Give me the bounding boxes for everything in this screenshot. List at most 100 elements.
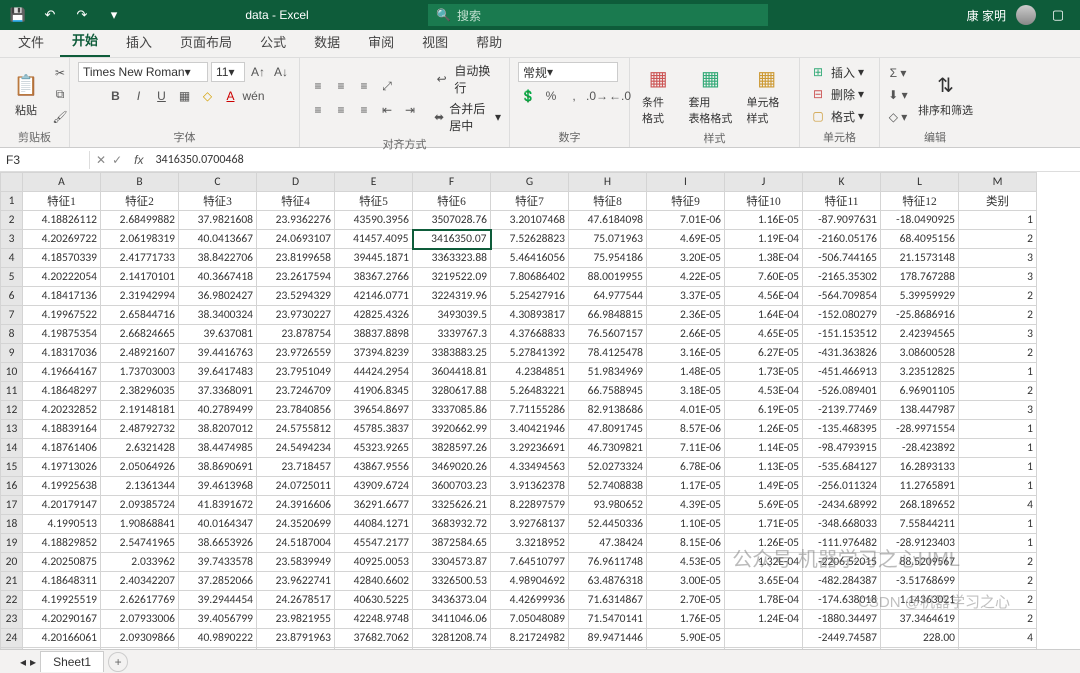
cell[interactable]: 23.9362276 bbox=[257, 211, 335, 230]
cell[interactable]: 7.52628823 bbox=[491, 230, 569, 249]
cell[interactable]: 37682.7062 bbox=[335, 629, 413, 648]
fill-color-icon[interactable]: ◇ bbox=[198, 86, 218, 106]
cut-icon[interactable]: ✂ bbox=[50, 63, 70, 83]
row-header[interactable]: 1 bbox=[1, 192, 23, 211]
cell[interactable]: 4.18839164 bbox=[23, 420, 101, 439]
cell[interactable]: 8.22897579 bbox=[491, 496, 569, 515]
cell[interactable]: 1.71E-05 bbox=[725, 515, 803, 534]
cell[interactable]: 3280617.88 bbox=[413, 382, 491, 401]
cell[interactable]: 4.20222054 bbox=[23, 268, 101, 287]
cell[interactable]: 4.18570339 bbox=[23, 249, 101, 268]
cell[interactable]: 38.3400324 bbox=[179, 306, 257, 325]
cell[interactable]: 4.01E-05 bbox=[647, 401, 725, 420]
cell[interactable]: 11.2765891 bbox=[881, 477, 959, 496]
cell[interactable]: -256.011324 bbox=[803, 477, 881, 496]
enter-formula-icon[interactable]: ✓ bbox=[112, 153, 122, 167]
row-header[interactable]: 14 bbox=[1, 439, 23, 458]
row-header[interactable]: 7 bbox=[1, 306, 23, 325]
cell[interactable]: 23.9622741 bbox=[257, 572, 335, 591]
cell[interactable]: 2 bbox=[959, 230, 1037, 249]
cell[interactable]: 2.40342207 bbox=[101, 572, 179, 591]
col-header[interactable]: D bbox=[257, 173, 335, 192]
cell[interactable]: 4 bbox=[959, 496, 1037, 515]
cell[interactable]: 7.55844211 bbox=[881, 515, 959, 534]
inc-decimal-icon[interactable]: .0→ bbox=[587, 86, 607, 106]
tab-文件[interactable]: 文件 bbox=[6, 27, 56, 57]
cell[interactable]: 4.53E-05 bbox=[647, 553, 725, 572]
cell[interactable]: 2 bbox=[959, 553, 1037, 572]
cell[interactable]: 3383883.25 bbox=[413, 344, 491, 363]
clear-icon[interactable]: ◇ ▾ bbox=[888, 107, 908, 127]
cell[interactable]: 4.56E-04 bbox=[725, 287, 803, 306]
cell[interactable]: 1.73703003 bbox=[101, 363, 179, 382]
cell[interactable]: 2.48792732 bbox=[101, 420, 179, 439]
tab-页面布局[interactable]: 页面布局 bbox=[168, 27, 244, 57]
cell[interactable]: 2.14170101 bbox=[101, 268, 179, 287]
cell[interactable]: 4.19925638 bbox=[23, 477, 101, 496]
cell[interactable]: 2.66824665 bbox=[101, 325, 179, 344]
cell[interactable]: 3.92768137 bbox=[491, 515, 569, 534]
col-header[interactable]: K bbox=[803, 173, 881, 192]
cell[interactable]: 4.20269722 bbox=[23, 230, 101, 249]
cell[interactable]: 71.5470141 bbox=[569, 610, 647, 629]
cell[interactable]: 23.718457 bbox=[257, 458, 335, 477]
cell[interactable]: 3493039.5 bbox=[413, 306, 491, 325]
cell[interactable]: 23.9730227 bbox=[257, 306, 335, 325]
cell[interactable]: 3 bbox=[959, 401, 1037, 420]
cell[interactable]: 4.18829852 bbox=[23, 534, 101, 553]
tab-公式[interactable]: 公式 bbox=[248, 27, 298, 57]
cell[interactable]: 38367.2766 bbox=[335, 268, 413, 287]
cell[interactable]: 45323.9265 bbox=[335, 439, 413, 458]
cell[interactable]: 3604418.81 bbox=[413, 363, 491, 382]
underline-icon[interactable]: U bbox=[152, 86, 172, 106]
align-top-icon[interactable]: ≡ bbox=[308, 76, 328, 96]
merge-center-button[interactable]: ⬌合并后居中 ▾ bbox=[432, 100, 501, 134]
col-header[interactable]: E bbox=[335, 173, 413, 192]
sheet-next-icon[interactable]: ▸ bbox=[30, 655, 36, 669]
cell[interactable]: 3.29236691 bbox=[491, 439, 569, 458]
cell[interactable]: 23.5294329 bbox=[257, 287, 335, 306]
cell[interactable]: -18.0490925 bbox=[881, 211, 959, 230]
tab-数据[interactable]: 数据 bbox=[302, 27, 352, 57]
cell[interactable]: 1.14E-05 bbox=[725, 439, 803, 458]
cell[interactable]: 24.2678517 bbox=[257, 591, 335, 610]
cell[interactable]: 2.68499882 bbox=[101, 211, 179, 230]
cell[interactable]: 2 bbox=[959, 306, 1037, 325]
cell[interactable]: 76.5607157 bbox=[569, 325, 647, 344]
cell[interactable]: 6.27E-05 bbox=[725, 344, 803, 363]
col-header[interactable]: B bbox=[101, 173, 179, 192]
cell[interactable]: 3219522.09 bbox=[413, 268, 491, 287]
cell[interactable]: 43867.9556 bbox=[335, 458, 413, 477]
cell[interactable]: -152.080279 bbox=[803, 306, 881, 325]
cell[interactable]: -98.4793915 bbox=[803, 439, 881, 458]
cell[interactable]: 1.16E-05 bbox=[725, 211, 803, 230]
sheet-prev-icon[interactable]: ◂ bbox=[20, 655, 26, 669]
cell[interactable]: 3.91362378 bbox=[491, 477, 569, 496]
cell[interactable]: -526.089401 bbox=[803, 382, 881, 401]
cell[interactable]: 24.0725011 bbox=[257, 477, 335, 496]
cell[interactable]: 2.07933006 bbox=[101, 610, 179, 629]
add-sheet-button[interactable]: + bbox=[108, 652, 128, 672]
percent-icon[interactable]: % bbox=[541, 86, 561, 106]
cell[interactable]: 39.6417483 bbox=[179, 363, 257, 382]
cell[interactable]: 特征8 bbox=[569, 192, 647, 211]
font-size-select[interactable]: 11 ▾ bbox=[211, 62, 245, 82]
decrease-font-icon[interactable]: A↓ bbox=[271, 62, 291, 82]
cell[interactable]: 37.9821608 bbox=[179, 211, 257, 230]
row-header[interactable]: 21 bbox=[1, 572, 23, 591]
cell-style-button[interactable]: ▦单元格样式 bbox=[742, 62, 791, 128]
cell[interactable]: 24.5755812 bbox=[257, 420, 335, 439]
fx-icon[interactable]: fx bbox=[128, 153, 149, 167]
row-header[interactable]: 22 bbox=[1, 591, 23, 610]
col-header[interactable]: J bbox=[725, 173, 803, 192]
cell[interactable]: 8.57E-06 bbox=[647, 420, 725, 439]
select-all-corner[interactable] bbox=[1, 173, 23, 192]
cell[interactable]: 39.7433578 bbox=[179, 553, 257, 572]
row-header[interactable]: 16 bbox=[1, 477, 23, 496]
cell[interactable]: 24.5187004 bbox=[257, 534, 335, 553]
cell[interactable]: 2.033962 bbox=[101, 553, 179, 572]
cell[interactable]: 3337085.86 bbox=[413, 401, 491, 420]
col-header[interactable]: F bbox=[413, 173, 491, 192]
cell[interactable]: 2.19148181 bbox=[101, 401, 179, 420]
cell[interactable]: 51.9834969 bbox=[569, 363, 647, 382]
